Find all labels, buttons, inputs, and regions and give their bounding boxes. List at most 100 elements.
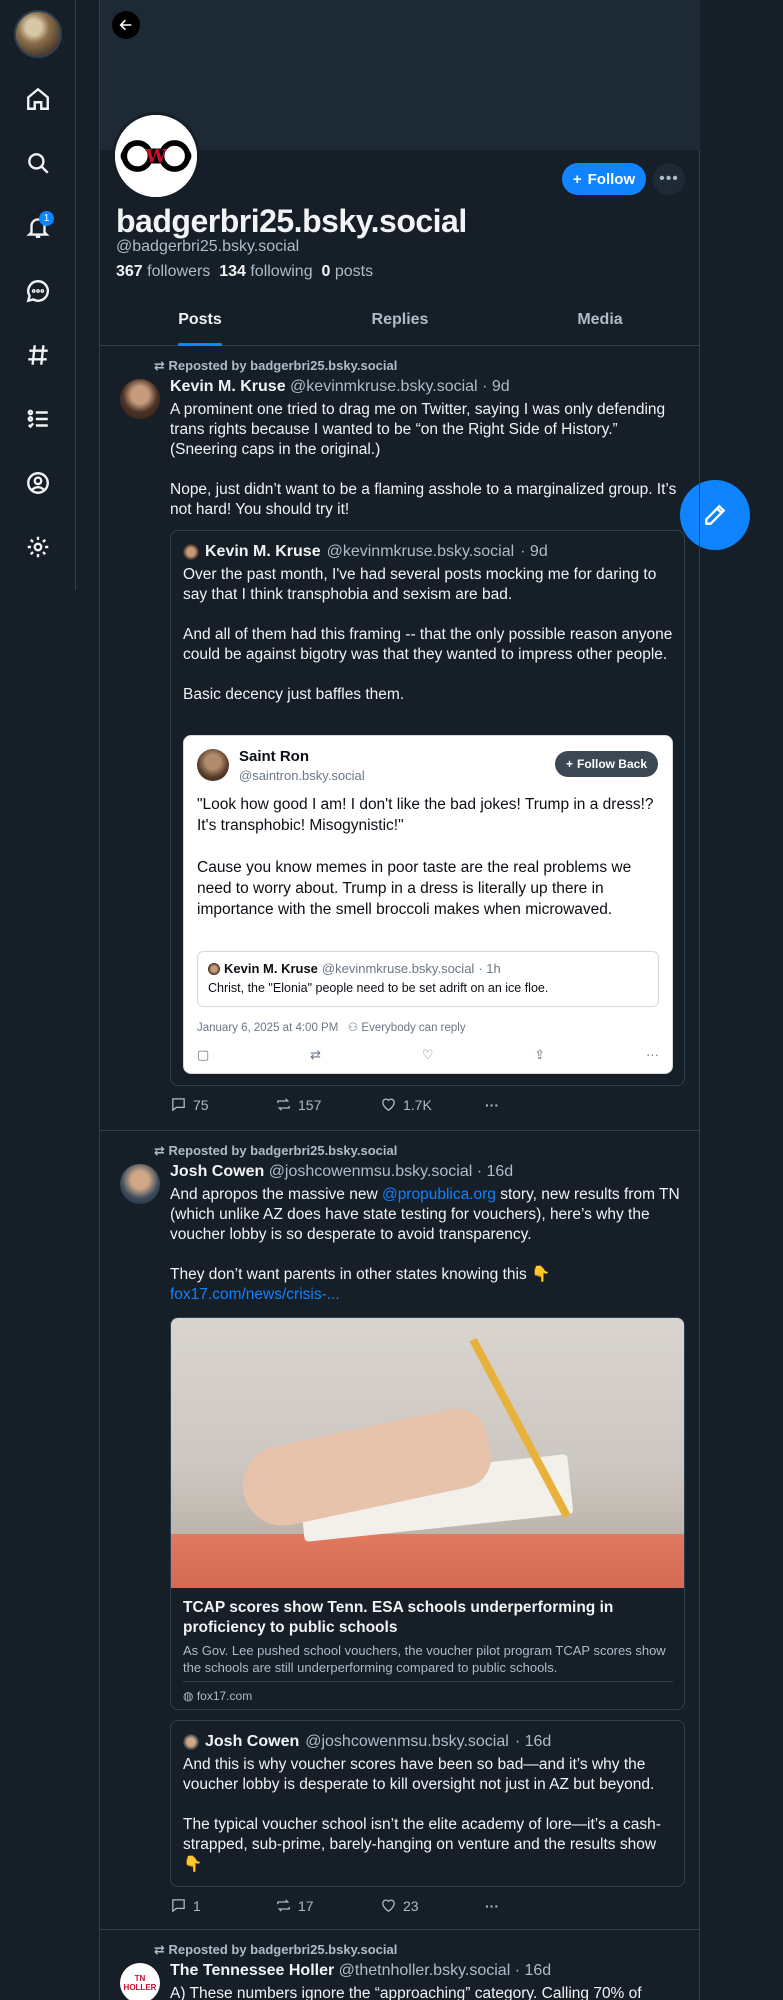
people-icon: ⚇ — [347, 1022, 359, 1034]
followers-stat[interactable]: 367 followers — [116, 263, 210, 280]
reply-button[interactable]: 75 — [170, 1096, 275, 1113]
author-name[interactable]: Josh Cowen — [170, 1163, 264, 1180]
avatar — [183, 544, 199, 560]
arrow-left-icon — [119, 19, 132, 31]
post-text: And apropos the massive new @propublica.… — [170, 1186, 680, 1283]
repost-icon — [277, 1899, 290, 1912]
following-stat[interactable]: 134 following — [219, 263, 312, 280]
quote-header: Kevin M. Kruse @kevinmkruse.bsky.social … — [183, 543, 548, 561]
reply-button[interactable]: 1 — [170, 1897, 275, 1914]
lists-icon[interactable] — [22, 403, 54, 435]
plus-icon: + — [572, 170, 582, 188]
heart-icon — [382, 1899, 395, 1912]
author-handle[interactable]: @kevinmkruse.bsky.social — [290, 378, 478, 395]
link-card-domain: ◍ fox17.com — [183, 1681, 673, 1703]
chat-icon[interactable] — [22, 275, 54, 307]
ellipsis-icon: ··· — [645, 1047, 659, 1062]
tab-posts[interactable]: Posts — [100, 300, 300, 345]
avatar — [197, 749, 229, 781]
profile-feed: W + Follow ••• badgerbri25.bsky.social @… — [99, 0, 700, 2000]
link-card-image — [171, 1318, 684, 1588]
repost-indicator: ⇄ Reposted by badgerbri25.bsky.social — [154, 358, 398, 373]
external-link[interactable]: fox17.com/news/crisis-... — [170, 1285, 685, 1305]
share-icon: ⇪ — [534, 1047, 546, 1062]
reply-icon — [172, 1899, 185, 1913]
post-time[interactable]: · 16d — [515, 1962, 551, 1979]
left-nav: 1 — [0, 0, 76, 590]
repost-indicator: ⇄ Reposted by badgerbri25.bsky.social — [154, 1143, 398, 1158]
heart-icon: ♡ — [421, 1047, 434, 1062]
quote-header: Josh Cowen @joshcowenmsu.bsky.social · 1… — [183, 1733, 551, 1751]
repost-button[interactable]: 17 — [275, 1897, 380, 1914]
feed-post[interactable]: ⇄ Reposted by badgerbri25.bsky.social Ke… — [100, 346, 700, 1130]
ellipsis-icon: ··· — [485, 1096, 499, 1113]
post-actions: 1 17 23 ··· — [170, 1897, 590, 1914]
author-name[interactable]: The Tennessee Holler — [170, 1962, 334, 1979]
avatar[interactable]: TN HOLLER — [120, 1963, 160, 2000]
avatar[interactable] — [120, 1164, 160, 1204]
reply-icon: ▢ — [197, 1047, 210, 1062]
profile-avatar[interactable]: W — [112, 112, 200, 200]
follow-back-button: + Follow Back — [554, 751, 658, 777]
home-icon[interactable] — [22, 83, 54, 115]
screenshot-actions: ▢ ⇄ ♡ ⇪ ··· — [197, 1047, 659, 1063]
feed-post[interactable]: ⇄ Reposted by badgerbri25.bsky.social TN… — [100, 1930, 700, 2000]
follow-button[interactable]: + Follow — [562, 163, 646, 195]
post-time[interactable]: · 9d — [482, 378, 510, 395]
like-button[interactable]: 1.7K — [380, 1096, 485, 1113]
repost-icon: ⇄ — [154, 358, 165, 373]
bell-icon[interactable]: 1 — [22, 211, 54, 243]
profile-stats: 367 followers 134 following 0 posts — [116, 263, 373, 281]
link-card-description: As Gov. Lee pushed school vouchers, the … — [183, 1643, 666, 1675]
link-card[interactable]: TCAP scores show Tenn. ESA schools under… — [170, 1317, 685, 1710]
globe-icon: ◍ — [183, 1689, 194, 1703]
profile-tabs: Posts Replies Media — [100, 300, 700, 346]
author-name[interactable]: Kevin M. Kruse — [170, 378, 286, 395]
plus-icon: + — [565, 757, 573, 771]
user-avatar[interactable] — [14, 10, 62, 58]
like-button[interactable]: 23 — [380, 1897, 485, 1914]
post-header: The Tennessee Holler @thetnholler.bsky.s… — [170, 1962, 551, 1980]
author-handle[interactable]: @joshcowenmsu.bsky.social — [269, 1163, 473, 1180]
feed-post[interactable]: ⇄ Reposted by badgerbri25.bsky.social Jo… — [100, 1131, 700, 1929]
profile-handle: @badgerbri25.bsky.social — [116, 238, 300, 255]
post-actions: 75 157 1.7K ··· — [170, 1096, 590, 1113]
settings-icon[interactable] — [22, 531, 54, 563]
avatar — [183, 1734, 199, 1750]
post-date: January 6, 2025 at 4:00 PM ⚇ Everybody c… — [197, 1022, 466, 1034]
repost-indicator: ⇄ Reposted by badgerbri25.bsky.social — [154, 1942, 398, 1957]
mention-link[interactable]: @propublica.org — [382, 1186, 496, 1203]
post-header: Josh Cowen @joshcowenmsu.bsky.social · 1… — [170, 1163, 513, 1181]
repost-icon: ⇄ — [154, 1942, 165, 1957]
tab-media[interactable]: Media — [500, 300, 700, 345]
profile-display-name: badgerbri25.bsky.social — [116, 203, 467, 239]
heart-icon — [382, 1098, 395, 1111]
post-header: Kevin M. Kruse @kevinmkruse.bsky.social … — [170, 378, 510, 396]
notification-badge: 1 — [39, 211, 54, 226]
post-options-button[interactable]: ··· — [485, 1897, 590, 1914]
post-text: A) These numbers ignore the “approaching… — [170, 1985, 642, 2000]
profile-icon[interactable] — [22, 467, 54, 499]
repost-icon — [277, 1098, 290, 1111]
avatar — [208, 962, 220, 975]
ellipsis-icon: ••• — [659, 170, 679, 187]
repost-button[interactable]: 157 — [275, 1096, 380, 1113]
post-options-button[interactable]: ··· — [485, 1096, 590, 1113]
posts-stat: 0 posts — [321, 263, 374, 280]
reply-icon — [172, 1098, 185, 1112]
more-options-button[interactable]: ••• — [653, 163, 685, 195]
hashtag-icon[interactable] — [22, 339, 54, 371]
post-time[interactable]: · 16d — [477, 1163, 513, 1180]
post-text: A prominent one tried to drag me on Twit… — [170, 401, 677, 518]
search-icon[interactable] — [22, 147, 54, 179]
embedded-screenshot[interactable]: Saint Ron @saintron.bsky.social + Follow … — [183, 735, 673, 1074]
quote-text: And this is why voucher scores have been… — [183, 1756, 661, 1873]
back-button[interactable] — [112, 11, 140, 39]
tab-replies[interactable]: Replies — [300, 300, 500, 345]
avatar[interactable] — [120, 379, 160, 419]
quoted-post[interactable]: Josh Cowen @joshcowenmsu.bsky.social · 1… — [170, 1720, 685, 1887]
nested-quote: Kevin M. Kruse @kevinmkruse.bsky.social … — [197, 951, 659, 1007]
quoted-post[interactable]: Kevin M. Kruse @kevinmkruse.bsky.social … — [170, 530, 685, 1086]
repost-icon: ⇄ — [310, 1047, 321, 1062]
author-handle[interactable]: @thetnholler.bsky.social — [339, 1962, 511, 1979]
